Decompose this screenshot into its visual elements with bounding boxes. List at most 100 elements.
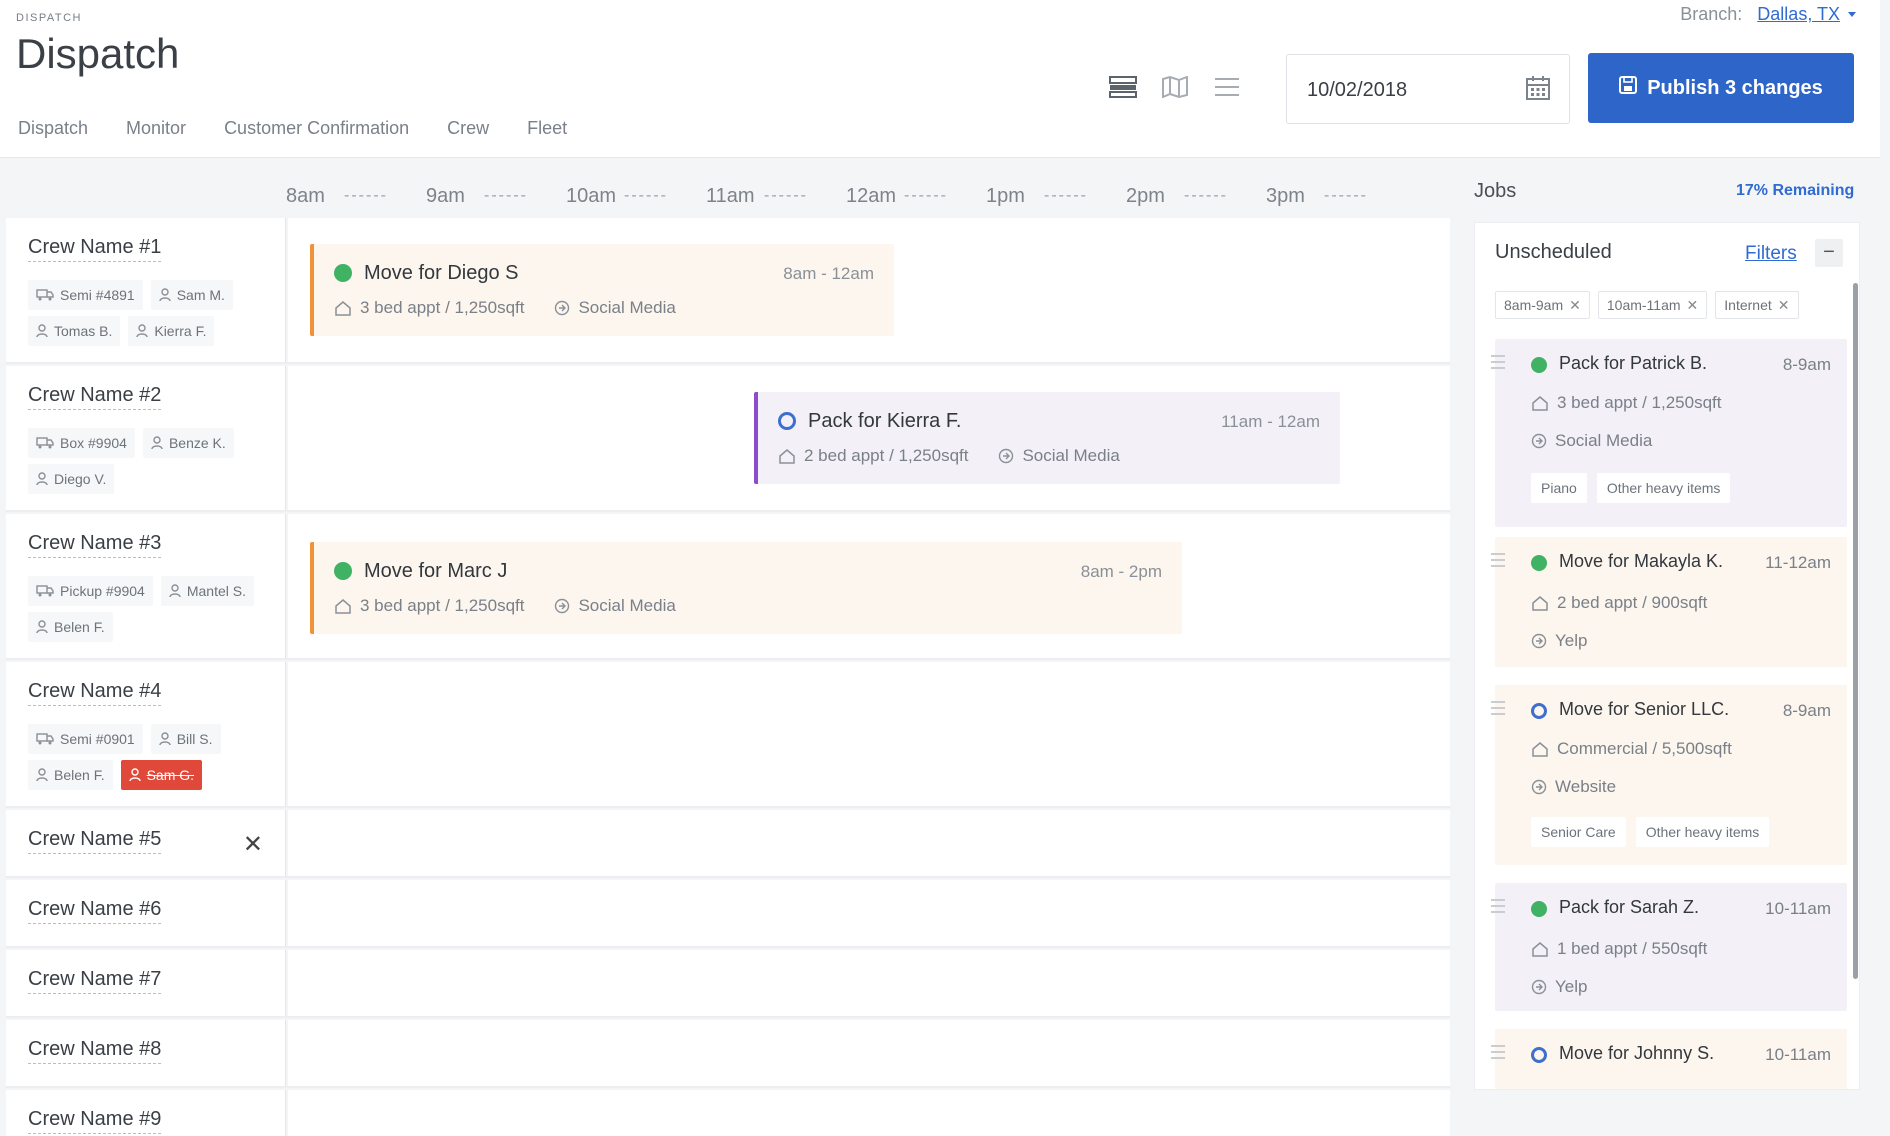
remove-filter-icon[interactable]: ✕ [1569,297,1581,314]
crew-lane[interactable] [288,880,1450,946]
vehicle-chip[interactable]: Box #9904 [28,428,135,458]
nav-tabs: Dispatch Monitor Customer Confirmation C… [18,118,605,139]
map-view-icon[interactable] [1160,74,1190,100]
unscheduled-job-card[interactable]: Move for Senior LLC. 8-9am Commercial / … [1491,685,1847,865]
filter-tag[interactable]: 10am-11am ✕ [1597,291,1708,319]
drag-handle-icon[interactable] [1491,553,1505,571]
crew-lane[interactable] [288,1090,1450,1136]
crew-lane[interactable] [288,1020,1450,1086]
jobs-heading: Jobs [1474,180,1517,202]
job-card[interactable]: Pack for Kierra F. 11am - 12am 2 bed app… [754,392,1340,484]
member-chip[interactable]: Tomas B. [28,316,121,346]
card-tag: Other heavy items [1635,817,1770,847]
branch-value[interactable]: Dallas, TX [1757,4,1840,24]
hour-label: 2pm [1126,185,1266,208]
tab-customer-confirmation[interactable]: Customer Confirmation [224,118,409,139]
filter-tag[interactable]: Internet ✕ [1715,291,1799,319]
source-icon [1531,433,1547,449]
unscheduled-job-card[interactable]: Move for Johnny S. 10-11am [1491,1029,1847,1089]
status-dot [1531,357,1547,373]
drag-handle-icon[interactable] [1491,1045,1505,1063]
person-icon [151,436,163,450]
member-chip[interactable]: Sam M. [150,280,233,310]
publish-button[interactable]: Publish 3 changes [1588,53,1854,123]
date-picker[interactable]: 10/02/2018 [1286,54,1570,124]
unscheduled-job-card[interactable]: Move for Makayla K. 11-12am 2 bed appt /… [1491,537,1847,667]
close-icon[interactable]: ✕ [243,830,263,859]
job-source: Social Media [578,298,676,317]
chip-label: Pickup #9904 [60,583,145,599]
chevron-down-icon[interactable] [1848,12,1856,17]
branch-selector[interactable]: Branch: Dallas, TX [1620,4,1880,25]
chip-label: Box #9904 [60,435,127,451]
vehicle-chip[interactable]: Semi #4891 [28,280,143,310]
job-card[interactable]: Move for Marc J 8am - 2pm 3 bed appt / 1… [310,542,1182,634]
member-chip[interactable]: Bill S. [150,724,221,754]
drag-handle-icon[interactable] [1491,701,1505,719]
crew-lane[interactable]: Move for Diego S 8am - 12am 3 bed appt /… [288,218,1450,362]
unscheduled-job-card[interactable]: Pack for Patrick B. 8-9am 3 bed appt / 1… [1491,339,1847,527]
list-view-icon[interactable] [1212,74,1242,100]
crew-name[interactable]: Crew Name #7 [28,968,162,994]
crew-name[interactable]: Crew Name #2 [28,384,162,410]
member-chip[interactable]: Belen F. [28,612,113,642]
filter-tag[interactable]: 8am-9am ✕ [1495,291,1590,319]
jobs-remaining: 17% Remaining [1736,182,1855,199]
tab-fleet[interactable]: Fleet [527,118,567,139]
status-dot [1531,901,1547,917]
job-card[interactable]: Move for Diego S 8am - 12am 3 bed appt /… [310,244,894,336]
source-icon [999,448,1014,464]
crew-name[interactable]: Crew Name #4 [28,680,162,706]
card-details: 1 bed appt / 550sqft [1531,939,1707,959]
member-chip[interactable]: Kierra F. [128,316,215,346]
card-details: 2 bed appt / 900sqft [1531,593,1707,613]
remove-filter-icon[interactable]: ✕ [1778,297,1790,314]
calendar-icon[interactable] [1525,75,1551,106]
timeline-view-icon[interactable] [1108,74,1138,100]
crew-name[interactable]: Crew Name #8 [28,1038,162,1064]
panel-scrollbar[interactable] [1853,283,1858,979]
person-icon [159,288,171,302]
date-value[interactable]: 10/02/2018 [1307,79,1407,102]
member-chip[interactable]: Mantel S. [160,576,254,606]
crew-name[interactable]: Crew Name #9 [28,1108,162,1134]
job-time: 8am - 2pm [1080,562,1162,581]
card-time: 8-9am [1782,355,1831,374]
crew-resources: Semi #4891 Sam M. Tomas B. Kierra F. [28,280,278,346]
home-icon [779,449,795,464]
hour-label: 8am [286,185,426,208]
crew-row: Crew Name #3 Pickup #9904 Mantel S. Bele… [6,514,1450,660]
vehicle-chip[interactable]: Pickup #9904 [28,576,153,606]
crew-lane[interactable] [288,950,1450,1016]
job-title: Move for Marc J [364,560,508,582]
crew-name[interactable]: Crew Name #3 [28,532,162,558]
source-icon [1531,979,1547,995]
collapse-button[interactable]: − [1815,239,1843,267]
tab-crew[interactable]: Crew [447,118,489,139]
crew-name[interactable]: Crew Name #1 [28,236,162,262]
crew-lane[interactable]: Move for Marc J 8am - 2pm 3 bed appt / 1… [288,514,1450,658]
crew-row: Crew Name #4 Semi #0901 Bill S. Belen F.… [6,662,1450,808]
crew-lane[interactable] [288,662,1450,806]
member-chip[interactable]: Diego V. [28,464,115,494]
card-time: 11-12am [1765,553,1831,572]
source-icon [555,598,570,614]
card-time: 10-11am [1765,899,1831,918]
unscheduled-job-card[interactable]: Pack for Sarah Z. 10-11am 1 bed appt / 5… [1491,883,1847,1011]
member-chip[interactable]: Belen F. [28,760,113,790]
tab-monitor[interactable]: Monitor [126,118,186,139]
filters-link[interactable]: Filters [1745,243,1797,265]
hour-label: 11am [706,185,846,208]
remove-filter-icon[interactable]: ✕ [1687,297,1699,314]
crew-name[interactable]: Crew Name #6 [28,898,162,924]
member-chip[interactable]: Benze K. [142,428,234,458]
crew-lane[interactable] [288,810,1450,876]
crew-name[interactable]: Crew Name #5 [28,828,162,854]
crew-lane[interactable]: Pack for Kierra F. 11am - 12am 2 bed app… [288,366,1450,510]
job-details: 3 bed appt / 1,250sqft [360,596,525,615]
drag-handle-icon[interactable] [1491,355,1505,373]
tab-dispatch[interactable]: Dispatch [18,118,88,139]
member-chip-conflict[interactable]: Sam G. [120,760,203,790]
vehicle-chip[interactable]: Semi #0901 [28,724,143,754]
drag-handle-icon[interactable] [1491,899,1505,917]
